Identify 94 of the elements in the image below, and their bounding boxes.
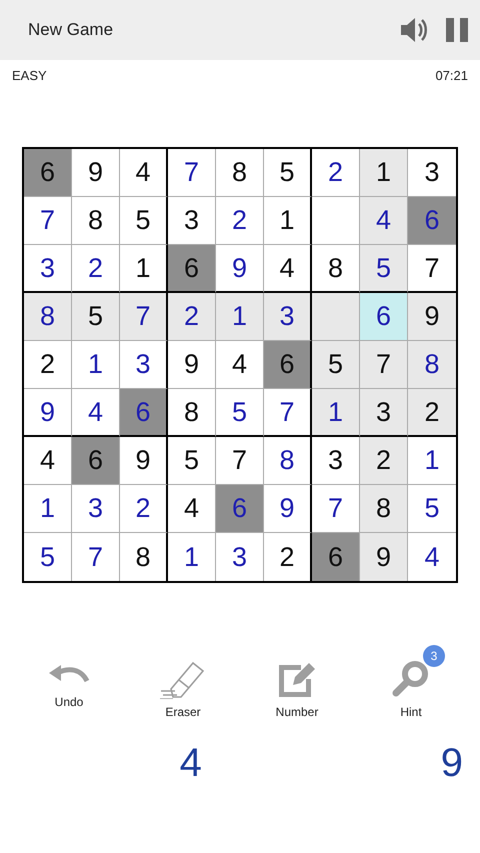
grid-cell[interactable]: 3 [264, 293, 312, 341]
grid-cell[interactable]: 5 [168, 437, 216, 485]
grid-cell[interactable]: 1 [216, 293, 264, 341]
grid-cell[interactable]: 2 [168, 293, 216, 341]
grid-cell[interactable]: 7 [120, 293, 168, 341]
grid-cell[interactable]: 5 [216, 389, 264, 437]
grid-cell[interactable]: 1 [24, 485, 72, 533]
grid-cell[interactable]: 1 [168, 533, 216, 581]
grid-cell[interactable]: 5 [72, 293, 120, 341]
grid-cell[interactable]: 8 [408, 341, 456, 389]
grid-cell[interactable]: 6 [72, 437, 120, 485]
grid-cell[interactable]: 7 [360, 341, 408, 389]
grid-cell[interactable]: 1 [264, 197, 312, 245]
grid-cell[interactable]: 1 [72, 341, 120, 389]
grid-cell[interactable]: 4 [72, 389, 120, 437]
grid-cell[interactable]: 9 [168, 341, 216, 389]
grid-cell[interactable]: 3 [216, 533, 264, 581]
difficulty-label: EASY [12, 68, 47, 83]
grid-cell[interactable]: 2 [216, 197, 264, 245]
grid-cell[interactable]: 8 [24, 293, 72, 341]
grid-cell[interactable]: 4 [24, 437, 72, 485]
grid-cell[interactable]: 7 [168, 149, 216, 197]
grid-cell[interactable]: 4 [120, 149, 168, 197]
grid-cell[interactable]: 4 [216, 341, 264, 389]
grid-cell[interactable] [312, 293, 360, 341]
grid-cell[interactable]: 4 [408, 533, 456, 581]
grid-cell[interactable]: 3 [72, 485, 120, 533]
hint-button[interactable]: Hint 3 [354, 645, 468, 719]
grid-cell[interactable]: 5 [24, 533, 72, 581]
eraser-button[interactable]: Eraser [126, 645, 240, 719]
grid-cell[interactable]: 2 [24, 341, 72, 389]
grid-cell[interactable]: 2 [72, 245, 120, 293]
undo-button[interactable]: Undo [12, 645, 126, 719]
grid-cell[interactable]: 9 [72, 149, 120, 197]
grid-cell[interactable]: 4 [360, 197, 408, 245]
grid-cell[interactable]: 1 [408, 437, 456, 485]
pause-icon [446, 18, 468, 42]
grid-cell[interactable]: 3 [360, 389, 408, 437]
number-key[interactable]: 4 [164, 741, 217, 786]
grid-cell[interactable]: 1 [120, 245, 168, 293]
grid-cell[interactable]: 8 [168, 389, 216, 437]
grid-cell[interactable]: 2 [360, 437, 408, 485]
grid-cell[interactable]: 3 [24, 245, 72, 293]
grid-cell[interactable]: 8 [216, 149, 264, 197]
grid-cell[interactable]: 7 [264, 389, 312, 437]
grid-cell[interactable]: 6 [168, 245, 216, 293]
grid-cell[interactable]: 2 [120, 485, 168, 533]
grid-cell[interactable]: 2 [264, 533, 312, 581]
new-game-title[interactable]: New Game [28, 20, 382, 40]
grid-cell[interactable]: 9 [360, 533, 408, 581]
grid-cell[interactable]: 9 [216, 245, 264, 293]
grid-cell[interactable]: 6 [360, 293, 408, 341]
eraser-icon [159, 659, 207, 699]
grid-cell[interactable]: 5 [120, 197, 168, 245]
grid-cell[interactable]: 3 [168, 197, 216, 245]
grid-cell[interactable] [312, 197, 360, 245]
grid-cell[interactable]: 5 [264, 149, 312, 197]
grid-cell[interactable]: 5 [408, 485, 456, 533]
grid-cell[interactable]: 7 [408, 245, 456, 293]
grid-cell[interactable]: 1 [360, 149, 408, 197]
grid-cell[interactable]: 7 [216, 437, 264, 485]
grid-cell[interactable]: 7 [72, 533, 120, 581]
grid-cell[interactable]: 5 [360, 245, 408, 293]
magnifier-icon [391, 659, 431, 699]
grid-cell[interactable]: 6 [312, 533, 360, 581]
grid-cell[interactable]: 7 [312, 485, 360, 533]
grid-cell[interactable]: 9 [264, 485, 312, 533]
grid-cell[interactable]: 5 [312, 341, 360, 389]
grid-cell[interactable]: 9 [120, 437, 168, 485]
number-key[interactable]: 9 [426, 741, 478, 786]
number-button[interactable]: Number [240, 645, 354, 719]
grid-cell[interactable]: 2 [312, 149, 360, 197]
grid-cell[interactable]: 9 [24, 389, 72, 437]
grid-cell[interactable]: 1 [312, 389, 360, 437]
grid-cell[interactable]: 8 [264, 437, 312, 485]
grid-cell[interactable]: 8 [360, 485, 408, 533]
pause-button[interactable] [446, 18, 468, 42]
grid-cell[interactable]: 8 [72, 197, 120, 245]
sound-button[interactable] [400, 17, 428, 43]
grid-cell[interactable]: 2 [408, 389, 456, 437]
grid-cell[interactable]: 8 [120, 533, 168, 581]
speaker-icon [400, 17, 428, 43]
grid-cell[interactable]: 4 [264, 245, 312, 293]
grid-cell[interactable]: 3 [312, 437, 360, 485]
grid-cell[interactable]: 9 [408, 293, 456, 341]
grid-cell[interactable]: 8 [312, 245, 360, 293]
grid-cell[interactable]: 6 [264, 341, 312, 389]
grid-cell[interactable]: 3 [120, 341, 168, 389]
grid-cell[interactable]: 3 [408, 149, 456, 197]
grid-cell[interactable]: 6 [24, 149, 72, 197]
timer: 07:21 [435, 68, 468, 83]
hint-count-badge: 3 [423, 645, 445, 667]
grid-cell[interactable]: 4 [168, 485, 216, 533]
grid-cell[interactable]: 7 [24, 197, 72, 245]
